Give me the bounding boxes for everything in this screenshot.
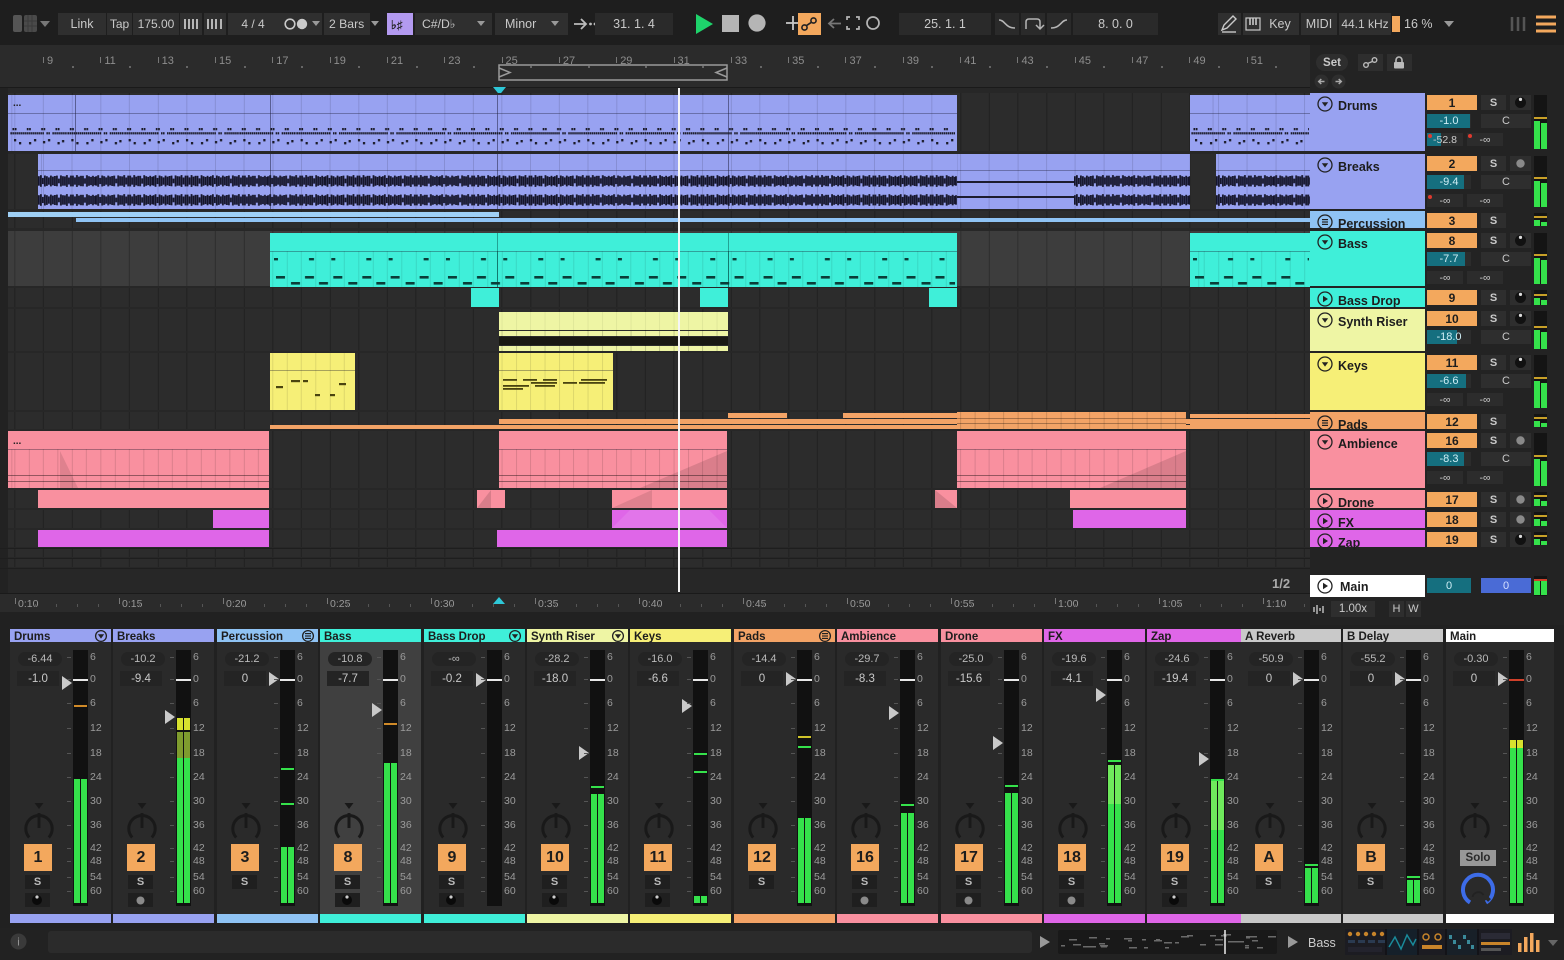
svg-text:i: i	[17, 937, 19, 949]
